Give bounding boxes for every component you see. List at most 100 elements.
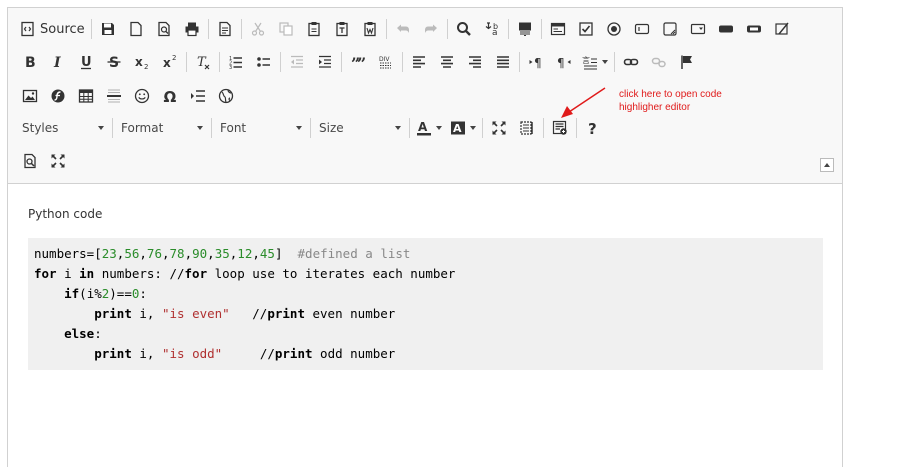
paste-word-button[interactable] [356, 16, 384, 42]
rich-text-editor: Source ab B I U S x 2 x 2 T 1 2 3 ” ” DI… [7, 7, 843, 467]
select-all-button[interactable] [511, 16, 539, 42]
text-direction-ltr-button[interactable]: ¶ [522, 49, 550, 75]
annotation-line-2: highligher editor [619, 102, 691, 113]
replace-button[interactable]: ab [478, 16, 506, 42]
separator [240, 19, 242, 39]
subscript-button[interactable]: x2 [128, 49, 156, 75]
new-page-button[interactable] [122, 16, 150, 42]
source-icon [21, 21, 34, 37]
table-button[interactable] [72, 83, 100, 109]
print-button[interactable] [178, 16, 206, 42]
save-button[interactable] [94, 16, 122, 42]
bulleted-list-icon [257, 57, 270, 67]
separator [90, 19, 92, 39]
svg-text:U: U [81, 55, 92, 70]
separator [385, 19, 387, 39]
image-button-icon [746, 25, 761, 33]
superscript-button[interactable]: x2 [156, 49, 184, 75]
fullscreen-button[interactable] [44, 148, 72, 174]
numbered-list-button[interactable]: 123 [222, 49, 250, 75]
separator [207, 19, 209, 39]
button-field-button[interactable] [712, 16, 740, 42]
separator [280, 52, 281, 72]
increase-indent-button[interactable] [311, 49, 339, 75]
font-label: Font [220, 121, 247, 135]
iframe-button[interactable] [212, 83, 240, 109]
smiley-button[interactable] [128, 83, 156, 109]
source-button[interactable]: Source [16, 16, 89, 42]
horizontal-line-button[interactable] [100, 83, 128, 109]
preview-button[interactable] [150, 16, 178, 42]
replace-icon: ab [485, 22, 498, 37]
separator [540, 19, 542, 39]
image-button-field-button[interactable] [740, 16, 768, 42]
svg-text:A: A [418, 120, 428, 134]
select-all-icon [518, 22, 531, 36]
form-button[interactable] [544, 16, 572, 42]
strikethrough-button[interactable]: S [100, 49, 128, 75]
redo-button[interactable] [417, 16, 445, 42]
link-button[interactable] [617, 49, 645, 75]
italic-button[interactable]: I [44, 49, 72, 75]
paste-button[interactable] [300, 16, 328, 42]
select-field-button[interactable] [684, 16, 712, 42]
textarea-button[interactable] [656, 16, 684, 42]
underline-button[interactable]: U [72, 49, 100, 75]
language-button[interactable]: 言 [578, 49, 612, 75]
toolbar-row-3: Ω [16, 81, 240, 111]
image-button[interactable] [16, 83, 44, 109]
align-center-button[interactable] [433, 49, 461, 75]
copy-button[interactable] [272, 16, 300, 42]
bold-button[interactable]: B [16, 49, 44, 75]
show-blocks-button[interactable] [513, 115, 541, 141]
cut-icon [251, 22, 264, 36]
decrease-indent-button[interactable] [283, 49, 311, 75]
preview-code-button[interactable] [16, 148, 44, 174]
styles-dropdown[interactable]: Styles [16, 116, 110, 140]
font-dropdown[interactable]: Font [214, 116, 308, 140]
code-block[interactable]: numbers=[23,56,76,78,90,35,12,45] #defin… [28, 238, 823, 370]
radio-button[interactable] [600, 16, 628, 42]
special-char-button[interactable]: Ω [156, 83, 184, 109]
bulleted-list-button[interactable] [250, 49, 278, 75]
outdent-icon [291, 55, 303, 68]
undo-icon [396, 24, 409, 33]
paste-icon [308, 22, 320, 37]
div-container-button[interactable]: DIV [372, 49, 400, 75]
align-left-button[interactable] [405, 49, 433, 75]
svg-text:b: b [493, 22, 498, 31]
styles-label: Styles [22, 121, 59, 135]
chevron-down-icon [395, 126, 401, 130]
hidden-field-button[interactable] [768, 16, 796, 42]
separator [482, 118, 483, 138]
text-direction-rtl-button[interactable]: ¶ [550, 49, 578, 75]
format-dropdown[interactable]: Format [115, 116, 209, 140]
collapse-toolbar-button[interactable] [820, 158, 834, 172]
strikethrough-icon: S [107, 55, 121, 70]
code-line-6: print i, "is odd" //print odd number [94, 346, 396, 361]
blockquote-button[interactable]: ”” [344, 49, 372, 75]
maximize-button[interactable] [485, 115, 513, 141]
background-color-button[interactable]: A [446, 115, 480, 141]
numbered-list-icon: 123 [229, 56, 242, 70]
text-field-button[interactable] [628, 16, 656, 42]
text-color-button[interactable]: A [412, 115, 446, 141]
flash-button[interactable] [44, 83, 72, 109]
anchor-button[interactable] [673, 49, 701, 75]
justify-button[interactable] [489, 49, 517, 75]
remove-format-button[interactable]: T [189, 49, 217, 75]
paste-text-button[interactable] [328, 16, 356, 42]
svg-text:3: 3 [229, 65, 232, 70]
size-dropdown[interactable]: Size [313, 116, 407, 140]
find-button[interactable] [450, 16, 478, 42]
page-break-button[interactable] [184, 83, 212, 109]
svg-text:I: I [53, 55, 61, 70]
templates-button[interactable] [211, 16, 239, 42]
checkbox-button[interactable] [572, 16, 600, 42]
annotation-arrow [561, 87, 606, 118]
undo-button[interactable] [389, 16, 417, 42]
cut-button[interactable] [244, 16, 272, 42]
unlink-button[interactable] [645, 49, 673, 75]
align-right-button[interactable] [461, 49, 489, 75]
code-line-4: print i, "is even" //print even number [94, 306, 396, 321]
